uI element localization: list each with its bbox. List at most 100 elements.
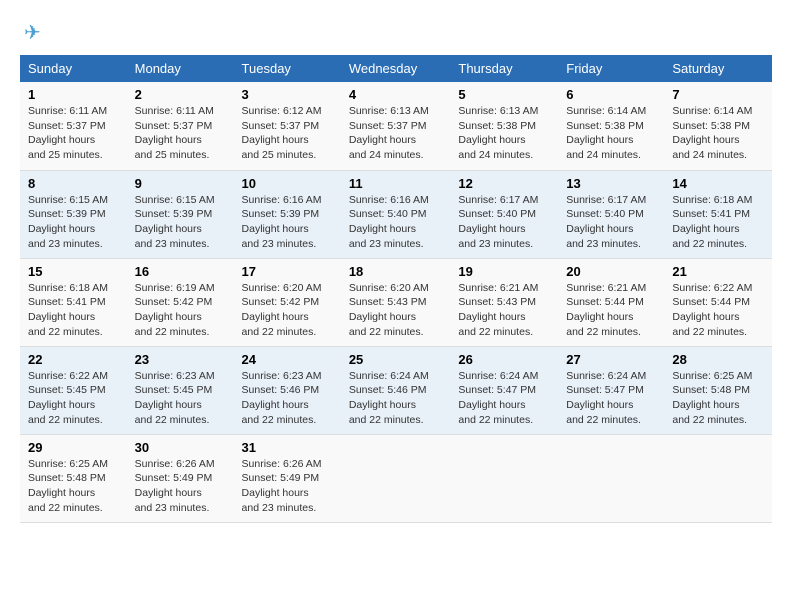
day-number: 23 [135, 352, 226, 367]
calendar-cell: 12 Sunrise: 6:17 AM Sunset: 5:40 PM Dayl… [450, 170, 558, 258]
day-info: Sunrise: 6:16 AM Sunset: 5:40 PM Dayligh… [349, 193, 443, 252]
day-number: 30 [135, 440, 226, 455]
day-number: 24 [242, 352, 333, 367]
calendar-cell: 30 Sunrise: 6:26 AM Sunset: 5:49 PM Dayl… [127, 434, 234, 522]
day-number: 1 [28, 87, 119, 102]
day-info: Sunrise: 6:14 AM Sunset: 5:38 PM Dayligh… [672, 104, 764, 163]
day-info: Sunrise: 6:13 AM Sunset: 5:38 PM Dayligh… [458, 104, 550, 163]
calendar-cell: 15 Sunrise: 6:18 AM Sunset: 5:41 PM Dayl… [20, 258, 127, 346]
calendar-cell [450, 434, 558, 522]
calendar-cell: 16 Sunrise: 6:19 AM Sunset: 5:42 PM Dayl… [127, 258, 234, 346]
day-info: Sunrise: 6:14 AM Sunset: 5:38 PM Dayligh… [566, 104, 656, 163]
week-row-2: 8 Sunrise: 6:15 AM Sunset: 5:39 PM Dayli… [20, 170, 772, 258]
calendar-cell: 26 Sunrise: 6:24 AM Sunset: 5:47 PM Dayl… [450, 346, 558, 434]
column-header-saturday: Saturday [664, 55, 772, 82]
day-number: 11 [349, 176, 443, 191]
day-info: Sunrise: 6:17 AM Sunset: 5:40 PM Dayligh… [566, 193, 656, 252]
day-number: 2 [135, 87, 226, 102]
day-number: 20 [566, 264, 656, 279]
day-info: Sunrise: 6:17 AM Sunset: 5:40 PM Dayligh… [458, 193, 550, 252]
day-info: Sunrise: 6:13 AM Sunset: 5:37 PM Dayligh… [349, 104, 443, 163]
calendar-cell: 13 Sunrise: 6:17 AM Sunset: 5:40 PM Dayl… [558, 170, 664, 258]
day-info: Sunrise: 6:18 AM Sunset: 5:41 PM Dayligh… [28, 281, 119, 340]
calendar-cell: 25 Sunrise: 6:24 AM Sunset: 5:46 PM Dayl… [341, 346, 451, 434]
day-number: 28 [672, 352, 764, 367]
day-number: 6 [566, 87, 656, 102]
calendar-cell: 5 Sunrise: 6:13 AM Sunset: 5:38 PM Dayli… [450, 82, 558, 170]
day-info: Sunrise: 6:26 AM Sunset: 5:49 PM Dayligh… [242, 457, 333, 516]
day-number: 16 [135, 264, 226, 279]
week-row-5: 29 Sunrise: 6:25 AM Sunset: 5:48 PM Dayl… [20, 434, 772, 522]
day-number: 27 [566, 352, 656, 367]
logo: ✈ [20, 20, 41, 45]
day-info: Sunrise: 6:21 AM Sunset: 5:43 PM Dayligh… [458, 281, 550, 340]
day-info: Sunrise: 6:24 AM Sunset: 5:47 PM Dayligh… [566, 369, 656, 428]
calendar-cell: 22 Sunrise: 6:22 AM Sunset: 5:45 PM Dayl… [20, 346, 127, 434]
day-info: Sunrise: 6:19 AM Sunset: 5:42 PM Dayligh… [135, 281, 226, 340]
day-info: Sunrise: 6:20 AM Sunset: 5:42 PM Dayligh… [242, 281, 333, 340]
day-number: 13 [566, 176, 656, 191]
calendar-cell: 28 Sunrise: 6:25 AM Sunset: 5:48 PM Dayl… [664, 346, 772, 434]
calendar-cell: 9 Sunrise: 6:15 AM Sunset: 5:39 PM Dayli… [127, 170, 234, 258]
day-info: Sunrise: 6:15 AM Sunset: 5:39 PM Dayligh… [135, 193, 226, 252]
calendar-cell: 2 Sunrise: 6:11 AM Sunset: 5:37 PM Dayli… [127, 82, 234, 170]
page-header: ✈ [20, 20, 772, 45]
day-number: 15 [28, 264, 119, 279]
calendar-cell: 8 Sunrise: 6:15 AM Sunset: 5:39 PM Dayli… [20, 170, 127, 258]
day-info: Sunrise: 6:11 AM Sunset: 5:37 PM Dayligh… [28, 104, 119, 163]
day-info: Sunrise: 6:11 AM Sunset: 5:37 PM Dayligh… [135, 104, 226, 163]
day-info: Sunrise: 6:16 AM Sunset: 5:39 PM Dayligh… [242, 193, 333, 252]
column-header-friday: Friday [558, 55, 664, 82]
day-number: 21 [672, 264, 764, 279]
calendar-cell: 18 Sunrise: 6:20 AM Sunset: 5:43 PM Dayl… [341, 258, 451, 346]
day-info: Sunrise: 6:22 AM Sunset: 5:45 PM Dayligh… [28, 369, 119, 428]
day-info: Sunrise: 6:21 AM Sunset: 5:44 PM Dayligh… [566, 281, 656, 340]
day-info: Sunrise: 6:20 AM Sunset: 5:43 PM Dayligh… [349, 281, 443, 340]
day-number: 8 [28, 176, 119, 191]
day-info: Sunrise: 6:23 AM Sunset: 5:45 PM Dayligh… [135, 369, 226, 428]
week-row-3: 15 Sunrise: 6:18 AM Sunset: 5:41 PM Dayl… [20, 258, 772, 346]
week-row-1: 1 Sunrise: 6:11 AM Sunset: 5:37 PM Dayli… [20, 82, 772, 170]
calendar-header-row: SundayMondayTuesdayWednesdayThursdayFrid… [20, 55, 772, 82]
calendar-cell: 21 Sunrise: 6:22 AM Sunset: 5:44 PM Dayl… [664, 258, 772, 346]
column-header-thursday: Thursday [450, 55, 558, 82]
day-number: 10 [242, 176, 333, 191]
day-number: 25 [349, 352, 443, 367]
calendar-cell [664, 434, 772, 522]
calendar-cell: 10 Sunrise: 6:16 AM Sunset: 5:39 PM Dayl… [234, 170, 341, 258]
day-number: 5 [458, 87, 550, 102]
day-info: Sunrise: 6:24 AM Sunset: 5:47 PM Dayligh… [458, 369, 550, 428]
day-number: 19 [458, 264, 550, 279]
day-info: Sunrise: 6:26 AM Sunset: 5:49 PM Dayligh… [135, 457, 226, 516]
calendar-cell: 17 Sunrise: 6:20 AM Sunset: 5:42 PM Dayl… [234, 258, 341, 346]
day-info: Sunrise: 6:25 AM Sunset: 5:48 PM Dayligh… [672, 369, 764, 428]
calendar-cell: 3 Sunrise: 6:12 AM Sunset: 5:37 PM Dayli… [234, 82, 341, 170]
calendar-cell: 1 Sunrise: 6:11 AM Sunset: 5:37 PM Dayli… [20, 82, 127, 170]
day-info: Sunrise: 6:15 AM Sunset: 5:39 PM Dayligh… [28, 193, 119, 252]
calendar-cell: 20 Sunrise: 6:21 AM Sunset: 5:44 PM Dayl… [558, 258, 664, 346]
day-number: 26 [458, 352, 550, 367]
day-info: Sunrise: 6:12 AM Sunset: 5:37 PM Dayligh… [242, 104, 333, 163]
calendar-cell: 24 Sunrise: 6:23 AM Sunset: 5:46 PM Dayl… [234, 346, 341, 434]
calendar-table: SundayMondayTuesdayWednesdayThursdayFrid… [20, 55, 772, 523]
column-header-monday: Monday [127, 55, 234, 82]
calendar-cell: 31 Sunrise: 6:26 AM Sunset: 5:49 PM Dayl… [234, 434, 341, 522]
day-number: 3 [242, 87, 333, 102]
calendar-cell: 7 Sunrise: 6:14 AM Sunset: 5:38 PM Dayli… [664, 82, 772, 170]
column-header-sunday: Sunday [20, 55, 127, 82]
column-header-wednesday: Wednesday [341, 55, 451, 82]
day-number: 31 [242, 440, 333, 455]
day-number: 22 [28, 352, 119, 367]
day-number: 18 [349, 264, 443, 279]
calendar-cell: 6 Sunrise: 6:14 AM Sunset: 5:38 PM Dayli… [558, 82, 664, 170]
day-number: 7 [672, 87, 764, 102]
calendar-cell: 23 Sunrise: 6:23 AM Sunset: 5:45 PM Dayl… [127, 346, 234, 434]
calendar-cell: 4 Sunrise: 6:13 AM Sunset: 5:37 PM Dayli… [341, 82, 451, 170]
day-info: Sunrise: 6:23 AM Sunset: 5:46 PM Dayligh… [242, 369, 333, 428]
calendar-cell: 29 Sunrise: 6:25 AM Sunset: 5:48 PM Dayl… [20, 434, 127, 522]
day-info: Sunrise: 6:24 AM Sunset: 5:46 PM Dayligh… [349, 369, 443, 428]
day-info: Sunrise: 6:18 AM Sunset: 5:41 PM Dayligh… [672, 193, 764, 252]
day-number: 17 [242, 264, 333, 279]
calendar-cell [558, 434, 664, 522]
calendar-cell: 14 Sunrise: 6:18 AM Sunset: 5:41 PM Dayl… [664, 170, 772, 258]
